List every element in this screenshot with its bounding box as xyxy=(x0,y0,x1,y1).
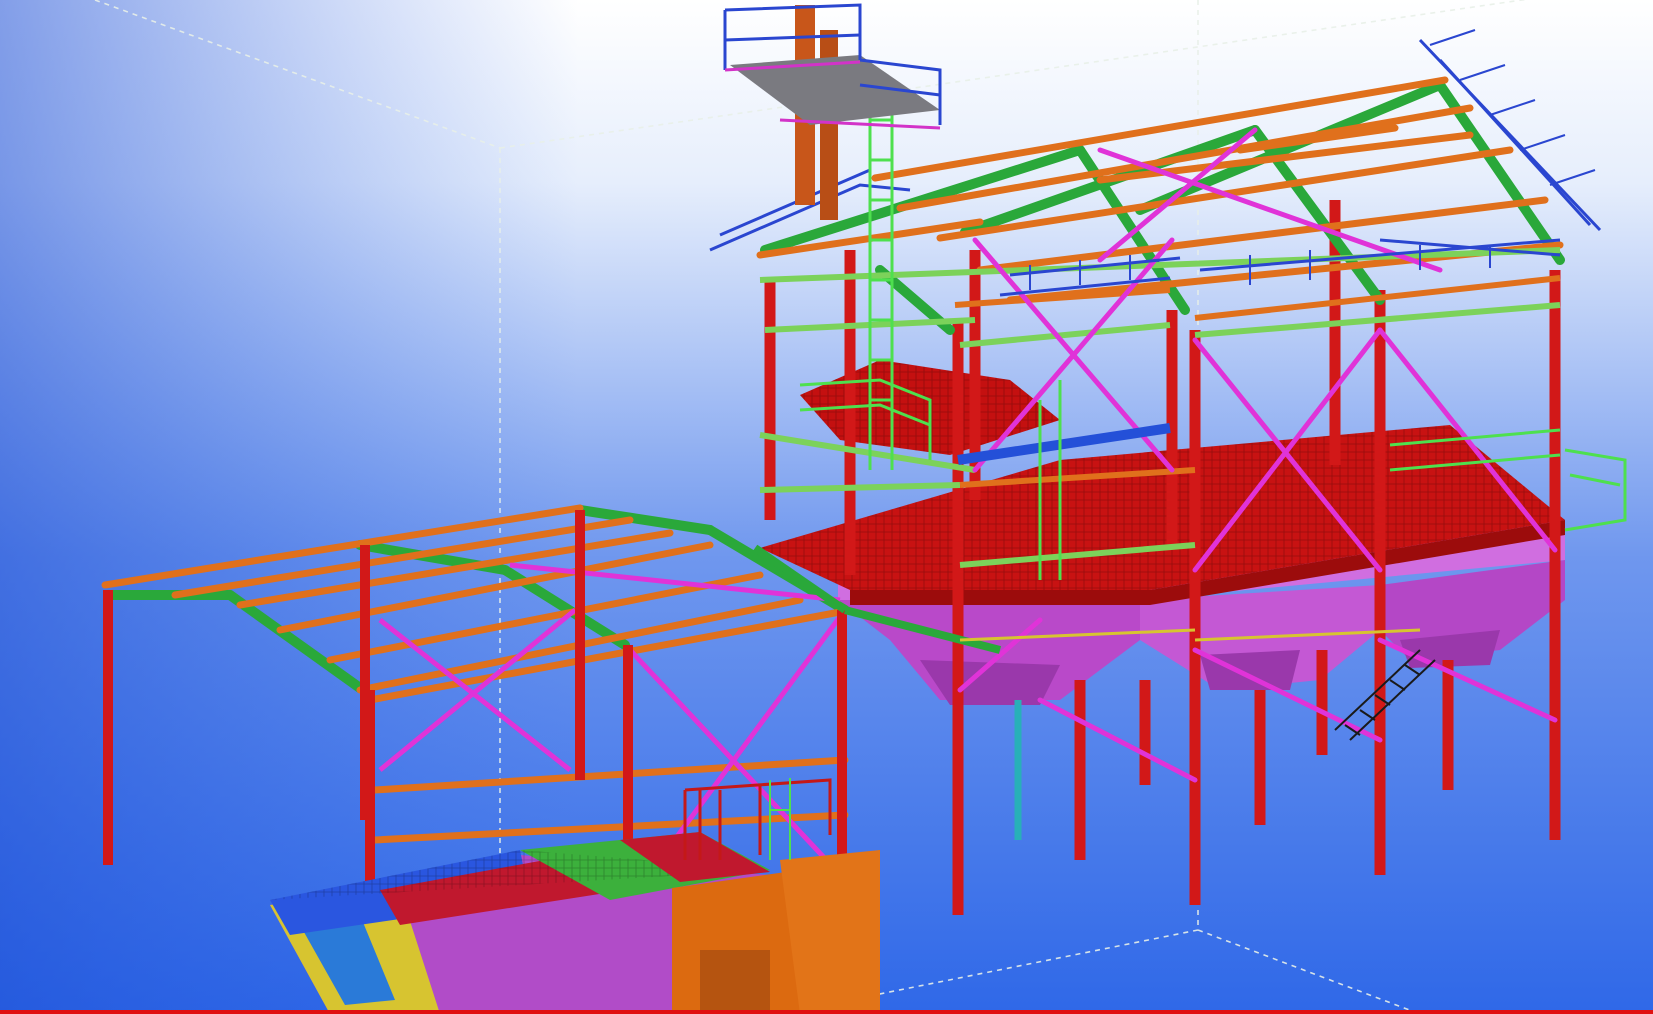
model-viewport[interactable] xyxy=(0,0,1653,1014)
bottom-red-edge xyxy=(0,1010,1653,1014)
3d-model-view[interactable] xyxy=(0,0,1653,1014)
